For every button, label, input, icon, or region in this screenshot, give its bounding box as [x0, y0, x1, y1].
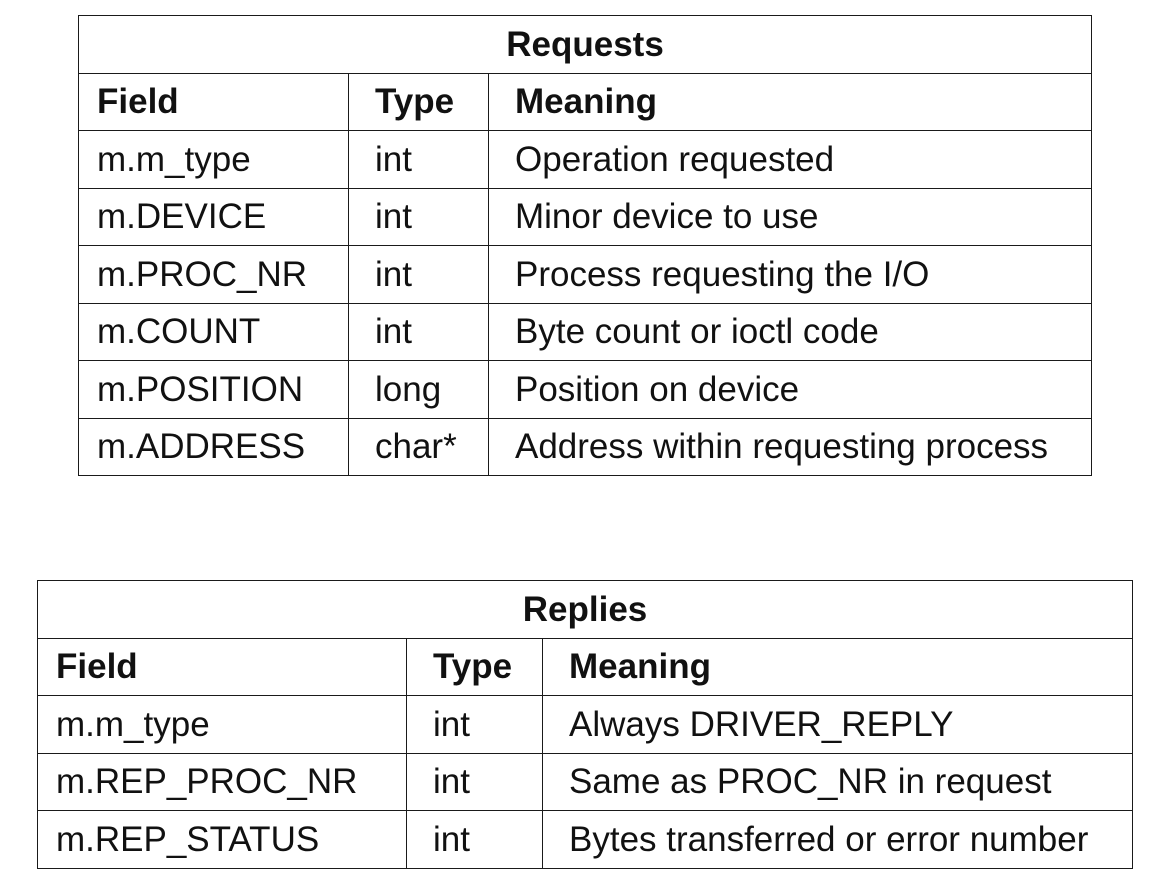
type-cell: int [406, 810, 543, 869]
requests-table: Requests Field Type Meaning m.m_type int… [77, 15, 1093, 476]
field-cell: m.ADDRESS [78, 417, 349, 476]
table-row: m.DEVICE int Minor device to use [78, 187, 1093, 246]
type-cell: char* [348, 417, 489, 476]
replies-table: Replies Field Type Meaning m.m_type int … [36, 580, 1134, 869]
meaning-cell: Address within requesting process [487, 417, 1093, 476]
column-header-meaning: Meaning [541, 637, 1134, 696]
table-title-row: Requests [77, 15, 1093, 74]
field-cell: m.REP_PROC_NR [37, 752, 407, 811]
meaning-cell: Minor device to use [487, 187, 1093, 246]
field-cell: m.m_type [78, 130, 349, 189]
type-cell: int [406, 695, 543, 754]
table-row: m.m_type int Operation requested [78, 130, 1093, 189]
table-row: m.ADDRESS char* Address within requestin… [78, 417, 1093, 476]
table-title-row: Replies [36, 580, 1134, 639]
column-header-field: Field [78, 72, 349, 131]
meaning-cell: Operation requested [487, 130, 1093, 189]
table-row: m.REP_STATUS int Bytes transferred or er… [37, 810, 1134, 869]
type-cell: int [348, 130, 489, 189]
column-header-type: Type [406, 637, 543, 696]
type-cell: int [348, 187, 489, 246]
meaning-cell: Bytes transferred or error number [541, 810, 1134, 869]
table-title: Requests [77, 15, 1093, 74]
type-cell: int [406, 752, 543, 811]
meaning-cell: Always DRIVER_REPLY [541, 695, 1134, 754]
meaning-cell: Process requesting the I/O [487, 245, 1093, 304]
field-cell: m.m_type [37, 695, 407, 754]
type-cell: int [348, 302, 489, 361]
column-header-field: Field [37, 637, 407, 696]
table-header-row: Field Type Meaning [78, 72, 1093, 131]
field-cell: m.PROC_NR [78, 245, 349, 304]
column-header-type: Type [348, 72, 489, 131]
meaning-cell: Position on device [487, 360, 1093, 419]
type-cell: int [348, 245, 489, 304]
table-row: m.REP_PROC_NR int Same as PROC_NR in req… [37, 752, 1134, 811]
type-cell: long [348, 360, 489, 419]
field-cell: m.REP_STATUS [37, 810, 407, 869]
column-header-meaning: Meaning [487, 72, 1093, 131]
meaning-cell: Byte count or ioctl code [487, 302, 1093, 361]
field-cell: m.COUNT [78, 302, 349, 361]
meaning-cell: Same as PROC_NR in request [541, 752, 1134, 811]
field-cell: m.POSITION [78, 360, 349, 419]
table-row: m.COUNT int Byte count or ioctl code [78, 302, 1093, 361]
table-row: m.PROC_NR int Process requesting the I/O [78, 245, 1093, 304]
table-row: m.m_type int Always DRIVER_REPLY [37, 695, 1134, 754]
table-title: Replies [36, 580, 1134, 639]
table-row: m.POSITION long Position on device [78, 360, 1093, 419]
field-cell: m.DEVICE [78, 187, 349, 246]
table-header-row: Field Type Meaning [37, 637, 1134, 696]
